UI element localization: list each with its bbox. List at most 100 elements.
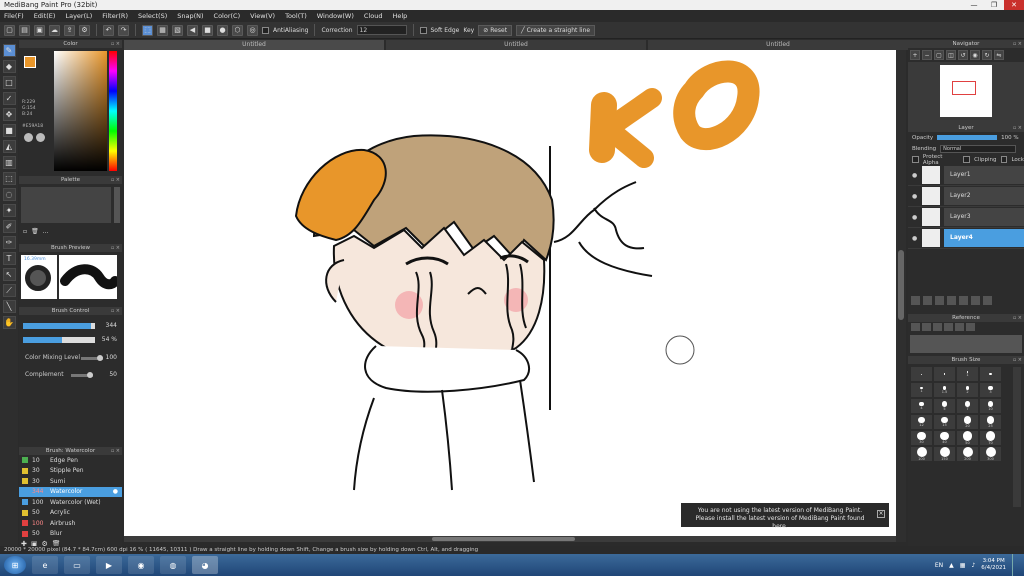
menu-file[interactable]: File(F) xyxy=(4,12,24,20)
brush-size-preset[interactable] xyxy=(911,367,932,381)
brush-size-preset[interactable]: 25 xyxy=(980,415,1001,429)
merge-down-icon[interactable] xyxy=(959,296,968,305)
save-icon[interactable]: ▣ xyxy=(34,24,45,36)
eye-icon[interactable]: ● xyxy=(912,193,918,200)
menu-cloud[interactable]: Cloud xyxy=(364,12,383,20)
language-indicator[interactable]: EN xyxy=(935,562,943,569)
brush-item-selected[interactable]: 344 Watercolor ● xyxy=(19,486,122,497)
close-notice-icon[interactable]: × xyxy=(877,510,885,518)
brush-size-preset[interactable]: 70 xyxy=(980,431,1001,445)
brush-item[interactable]: 100 Airbrush xyxy=(19,518,122,529)
menu-snap[interactable]: Snap(N) xyxy=(177,12,203,20)
antialiasing-checkbox[interactable] xyxy=(262,26,269,34)
reference-eyedropper-icon[interactable] xyxy=(966,323,975,331)
brush-size-preset[interactable]: 200 xyxy=(957,447,978,461)
hue-slider[interactable] xyxy=(109,51,117,171)
brush-size-preset[interactable]: 30 xyxy=(911,431,932,445)
eraser-tool-icon[interactable]: ◆ xyxy=(2,60,16,73)
brush-size-preset[interactable]: 12 xyxy=(911,415,932,429)
eye-icon[interactable]: ● xyxy=(912,214,918,221)
update-notice[interactable]: You are not using the latest version of … xyxy=(681,503,889,530)
menu-edit[interactable]: Edit(E) xyxy=(34,12,56,20)
lasso-tool-icon[interactable]: ◌ xyxy=(2,188,16,201)
brush-size-preset[interactable]: 50 xyxy=(957,431,978,445)
triangle-icon[interactable]: ◀ xyxy=(187,24,198,36)
brush-size-preset[interactable] xyxy=(934,367,955,381)
reference-folder-icon[interactable] xyxy=(922,323,931,331)
brush-size-preset[interactable]: 100 xyxy=(911,447,932,461)
brush-size-preset[interactable]: 300 xyxy=(980,447,1001,461)
square-icon[interactable]: ■ xyxy=(202,24,213,36)
new-layer-icon[interactable] xyxy=(911,296,920,305)
lock-checkbox[interactable] xyxy=(1000,156,1008,163)
layer-row[interactable]: ● Layer3 xyxy=(908,207,1024,228)
blending-select[interactable]: Normal xyxy=(940,144,1017,153)
brush-size-preset[interactable]: 1.5 xyxy=(934,383,955,397)
layer-opacity-slider[interactable] xyxy=(937,135,998,140)
select-icon[interactable]: ⬚ xyxy=(142,24,153,36)
reference-zoom-out-icon[interactable] xyxy=(944,323,953,331)
target-icon[interactable]: ◎ xyxy=(247,24,258,36)
menu-select[interactable]: Select(S) xyxy=(138,12,167,20)
ie-icon[interactable]: e xyxy=(32,556,58,574)
complement-knob[interactable] xyxy=(87,372,93,378)
brush-size-preset[interactable]: 20 xyxy=(957,415,978,429)
canvas-area[interactable] xyxy=(124,50,896,542)
circle-icon[interactable]: ● xyxy=(217,24,228,36)
layer-menu-icon[interactable] xyxy=(947,296,956,305)
medibang-icon[interactable]: ◕ xyxy=(192,556,218,574)
tray-arrow-icon[interactable]: ▲ xyxy=(949,562,954,569)
saturation-value-picker[interactable] xyxy=(54,51,107,171)
brush-size-slider[interactable] xyxy=(23,323,95,329)
share-icon[interactable]: ⇪ xyxy=(64,24,75,36)
layer-row-selected[interactable]: ● Layer4 xyxy=(908,228,1024,249)
color-mixing-knob[interactable] xyxy=(97,355,103,361)
menu-view[interactable]: View(V) xyxy=(250,12,275,20)
gradient-tool-icon[interactable]: ▥ xyxy=(2,156,16,169)
foreground-color-swatch[interactable] xyxy=(24,56,36,68)
delete-layer-icon[interactable] xyxy=(983,296,992,305)
brush-size-preset[interactable]: 3 xyxy=(980,383,1001,397)
dot-tool-icon[interactable]: □ xyxy=(2,76,16,89)
straight-line-button[interactable]: ╱ Create a straight line xyxy=(516,24,596,36)
cloud-icon[interactable]: ☁ xyxy=(49,24,60,36)
settings-icon[interactable]: ⚙ xyxy=(79,24,90,36)
brush-size-preset[interactable]: 4 xyxy=(911,399,932,413)
color-wheel-icon[interactable] xyxy=(24,133,33,142)
menu-tool[interactable]: Tool(T) xyxy=(285,12,307,20)
check-tool-icon[interactable]: ✓ xyxy=(2,92,16,105)
app-icon[interactable]: ◉ xyxy=(128,556,154,574)
network-icon[interactable]: ▦ xyxy=(960,562,966,569)
reference-view[interactable] xyxy=(910,335,1022,353)
brush-tool-icon[interactable]: ✎ xyxy=(2,44,16,57)
horizontal-scroll-thumb[interactable] xyxy=(432,537,575,541)
menu-filter[interactable]: Filter(R) xyxy=(102,12,128,20)
brush-size-preset[interactable]: 10 xyxy=(980,399,1001,413)
brush-size-preset[interactable]: 40 xyxy=(934,431,955,445)
horizontal-scrollbar[interactable] xyxy=(124,536,896,542)
brush-size-preset[interactable]: 5 xyxy=(934,399,955,413)
tab-untitled-3[interactable]: Untitled xyxy=(648,40,908,50)
eyedropper-icon[interactable]: ⟋ xyxy=(2,284,16,297)
brush-item[interactable]: 30 Stipple Pen xyxy=(19,466,122,477)
layer-row[interactable]: ● Layer1 xyxy=(908,165,1024,186)
minimize-button[interactable]: — xyxy=(964,0,984,10)
tab-untitled-1[interactable]: Untitled xyxy=(124,40,384,50)
color-mixing-slider[interactable] xyxy=(81,355,103,361)
palette-area[interactable] xyxy=(21,187,111,223)
text-tool-icon[interactable]: T xyxy=(2,252,16,265)
brush-size-preset[interactable]: 1 xyxy=(911,383,932,397)
undo-icon[interactable]: ↶ xyxy=(103,24,114,36)
complement-slider[interactable] xyxy=(71,372,93,378)
open-file-icon[interactable]: ▤ xyxy=(19,24,30,36)
start-button[interactable]: ⊞ xyxy=(4,556,26,574)
brush-settings-icon[interactable]: ● xyxy=(113,488,118,495)
flip-icon[interactable]: ⇋ xyxy=(994,50,1004,60)
brush-size-preset[interactable]: 7 xyxy=(957,399,978,413)
maximize-button[interactable]: ❐ xyxy=(984,0,1004,10)
brush-item[interactable]: 30 Sumi xyxy=(19,476,122,487)
operation-tool-icon[interactable]: ↖ xyxy=(2,268,16,281)
palette-more-button[interactable]: ... xyxy=(43,228,49,235)
select-eraser-icon[interactable]: ✑ xyxy=(2,236,16,249)
chrome-icon[interactable]: ◍ xyxy=(160,556,186,574)
